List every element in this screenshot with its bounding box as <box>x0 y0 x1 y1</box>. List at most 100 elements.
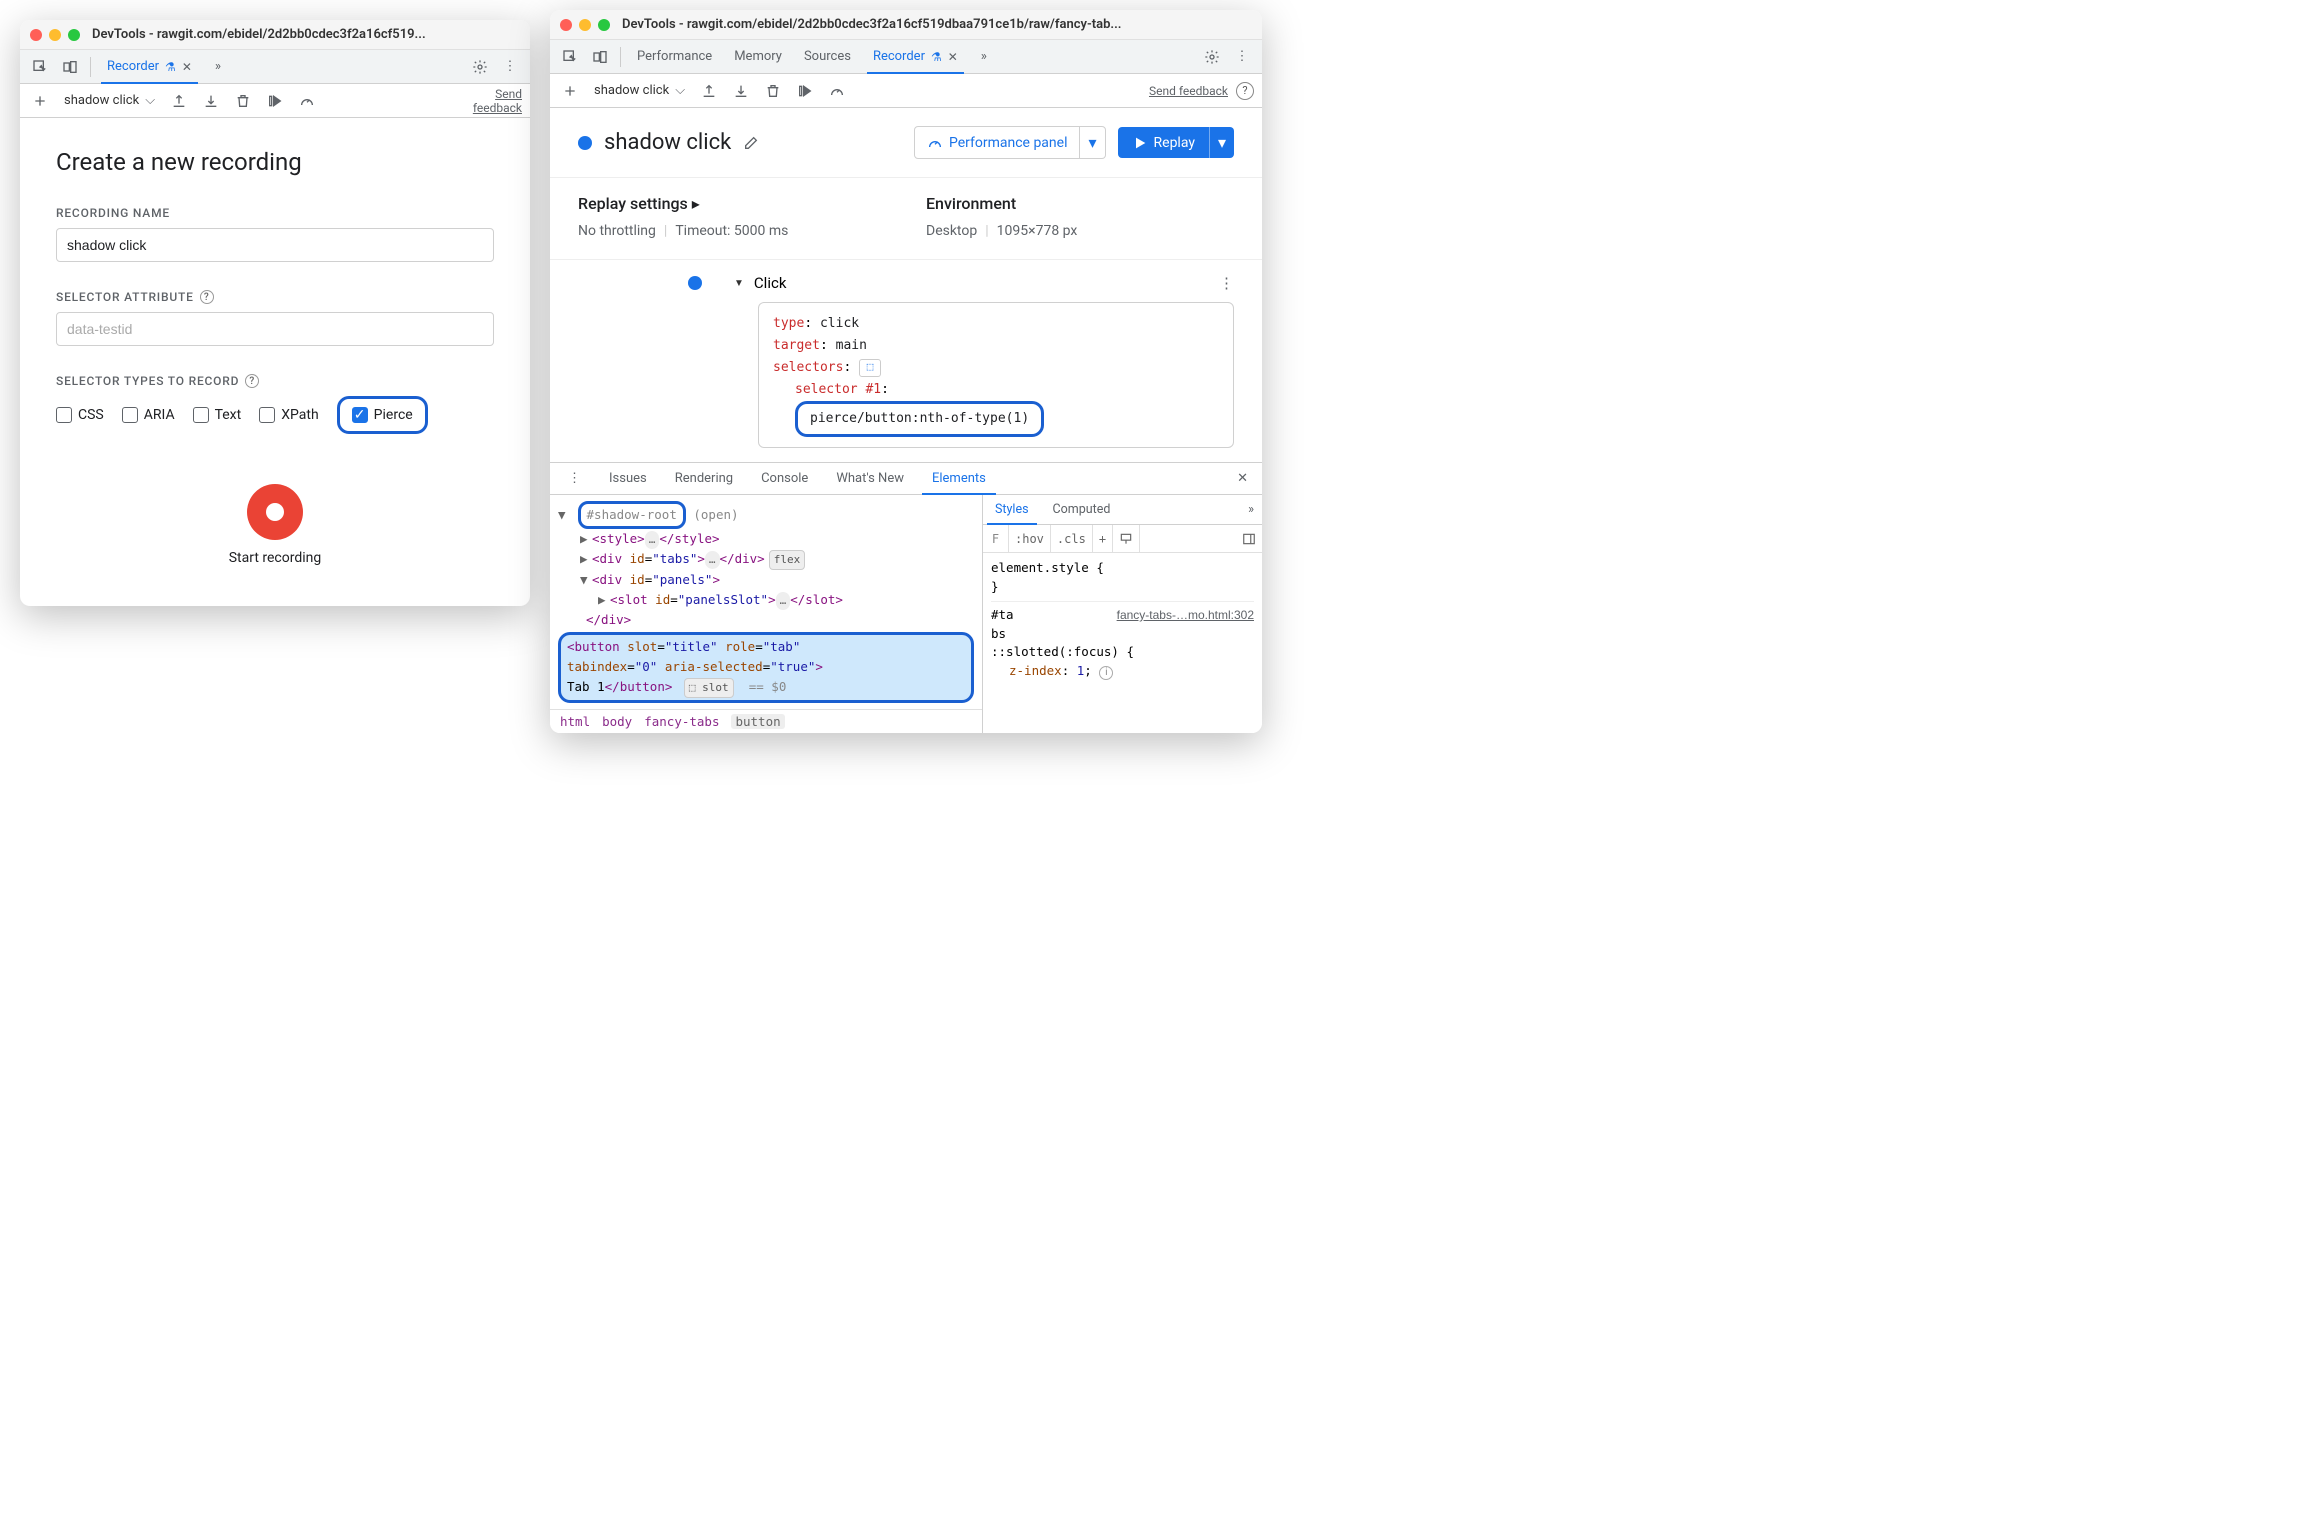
crumb-button[interactable]: button <box>731 714 784 729</box>
recording-selector[interactable]: shadow click ⌵ <box>60 91 159 110</box>
recorder-toolbar: shadow click ⌵ Send feedback <box>20 84 530 118</box>
selector-highlight: pierce/button:nth-of-type(1) <box>795 401 1044 437</box>
delete-icon[interactable] <box>231 89 255 113</box>
export-icon[interactable] <box>697 79 721 103</box>
step-options-icon[interactable]: ⋮ <box>1219 274 1234 292</box>
maximize-window-icon[interactable] <box>68 29 80 41</box>
new-rule-icon[interactable]: + <box>1093 525 1113 552</box>
performance-panel-dropdown[interactable]: ▾ <box>1080 126 1105 159</box>
checkbox-aria[interactable]: ARIA <box>122 407 175 423</box>
paint-icon[interactable] <box>1113 525 1140 552</box>
minimize-window-icon[interactable] <box>579 19 591 31</box>
disclosure-triangle-icon[interactable]: ▼ <box>734 278 744 289</box>
speed-icon[interactable] <box>825 79 849 103</box>
more-tabs-icon[interactable]: » <box>970 43 998 71</box>
new-recording-icon[interactable] <box>28 89 52 113</box>
export-icon[interactable] <box>167 89 191 113</box>
checkbox-icon[interactable] <box>122 407 138 423</box>
replay-dropdown[interactable]: ▾ <box>1209 127 1234 158</box>
checkbox-pierce[interactable]: ✓ Pierce <box>352 407 413 423</box>
kebab-menu-icon[interactable]: ⋮ <box>1228 43 1256 71</box>
crumb-body[interactable]: body <box>602 714 632 729</box>
replay-header: shadow click Performance panel ▾ Replay … <box>550 108 1262 178</box>
new-recording-icon[interactable] <box>558 79 582 103</box>
kebab-menu-icon[interactable]: ⋮ <box>496 53 524 81</box>
close-tab-icon[interactable]: ✕ <box>948 50 958 64</box>
cls-button[interactable]: .cls <box>1051 525 1093 552</box>
replay-settings-header[interactable]: Replay settings ▸ <box>578 194 886 213</box>
device-toggle-icon[interactable] <box>56 53 84 81</box>
record-icon[interactable] <box>247 484 303 540</box>
drawer-tab-console[interactable]: Console <box>747 463 822 495</box>
checkbox-text[interactable]: Text <box>193 407 242 423</box>
styles-rules[interactable]: element.style { } fancy-tabs-…mo.html:30… <box>983 553 1262 687</box>
timeout-value: Timeout: 5000 ms <box>675 223 788 239</box>
replay-button[interactable]: Replay <box>1118 127 1209 158</box>
devtools-window-right: DevTools - rawgit.com/ebidel/2d2bb0cdec3… <box>550 10 1262 733</box>
inspect-icon[interactable] <box>556 43 584 71</box>
styles-tab-styles[interactable]: Styles <box>983 495 1041 525</box>
edit-icon[interactable] <box>743 135 759 151</box>
throttling-value: No throttling <box>578 223 656 239</box>
help-icon[interactable]: ? <box>1236 82 1254 100</box>
toggle-sidebar-icon[interactable] <box>1236 532 1262 546</box>
inspect-icon[interactable] <box>26 53 54 81</box>
checkbox-icon-checked[interactable]: ✓ <box>352 407 368 423</box>
more-tabs-icon[interactable]: » <box>1240 502 1262 517</box>
tab-recorder[interactable]: Recorder ⚗ ✕ <box>97 50 202 84</box>
tab-recorder[interactable]: Recorder ⚗ ✕ <box>863 40 968 74</box>
minimize-window-icon[interactable] <box>49 29 61 41</box>
send-feedback-link[interactable]: Send feedback <box>1149 84 1228 98</box>
recording-title: shadow click <box>604 130 731 155</box>
delete-icon[interactable] <box>761 79 785 103</box>
checkbox-xpath[interactable]: XPath <box>259 407 318 423</box>
checkbox-icon[interactable] <box>259 407 275 423</box>
crumb-html[interactable]: html <box>560 714 590 729</box>
start-recording-button[interactable]: Start recording <box>56 484 494 566</box>
info-icon[interactable]: i <box>1099 666 1113 680</box>
close-window-icon[interactable] <box>30 29 42 41</box>
drawer-tabstrip: ⋮ Issues Rendering Console What's New El… <box>550 463 1262 495</box>
performance-panel-button[interactable]: Performance panel <box>914 126 1081 159</box>
send-feedback-link[interactable]: Send feedback <box>472 87 522 115</box>
selector-attribute-input[interactable] <box>56 312 494 346</box>
drawer-tab-elements[interactable]: Elements <box>918 463 1000 495</box>
import-icon[interactable] <box>729 79 753 103</box>
slot-badge[interactable]: ⬚ slot <box>684 678 734 698</box>
styles-tab-computed[interactable]: Computed <box>1041 495 1123 525</box>
device-toggle-icon[interactable] <box>586 43 614 71</box>
speed-icon[interactable] <box>295 89 319 113</box>
filter-input[interactable]: F <box>983 525 1009 552</box>
recording-selector[interactable]: shadow click ⌵ <box>590 81 689 100</box>
import-icon[interactable] <box>199 89 223 113</box>
checkbox-icon[interactable] <box>193 407 209 423</box>
elements-dom-tree[interactable]: ▼ #shadow-root (open) ▶<style>…</style> … <box>550 495 982 708</box>
settings-gear-icon[interactable] <box>1198 43 1226 71</box>
more-tabs-icon[interactable]: » <box>204 53 232 81</box>
recording-name-input[interactable] <box>56 228 494 262</box>
step-play-icon[interactable] <box>263 89 287 113</box>
source-link[interactable]: fancy-tabs-…mo.html:302 <box>1117 606 1254 624</box>
checkbox-icon[interactable] <box>56 407 72 423</box>
checkbox-css[interactable]: CSS <box>56 407 104 423</box>
crumb-fancy-tabs[interactable]: fancy-tabs <box>644 714 719 729</box>
hov-button[interactable]: :hov <box>1009 525 1051 552</box>
tab-sources[interactable]: Sources <box>794 40 861 74</box>
close-tab-icon[interactable]: ✕ <box>182 60 192 74</box>
element-picker-icon[interactable]: ⬚ <box>859 359 881 377</box>
help-icon[interactable]: ? <box>200 290 214 304</box>
flex-badge[interactable]: flex <box>769 550 806 570</box>
drawer-tab-whatsnew[interactable]: What's New <box>822 463 918 495</box>
tab-performance[interactable]: Performance <box>627 40 722 74</box>
kebab-menu-icon[interactable]: ⋮ <box>554 463 595 495</box>
tab-memory[interactable]: Memory <box>724 40 792 74</box>
settings-gear-icon[interactable] <box>466 53 494 81</box>
drawer-tab-rendering[interactable]: Rendering <box>661 463 747 495</box>
maximize-window-icon[interactable] <box>598 19 610 31</box>
panel-tabstrip: Recorder ⚗ ✕ » ⋮ <box>20 50 530 84</box>
help-icon[interactable]: ? <box>245 374 259 388</box>
close-window-icon[interactable] <box>560 19 572 31</box>
drawer-tab-issues[interactable]: Issues <box>595 463 661 495</box>
step-play-icon[interactable] <box>793 79 817 103</box>
close-drawer-icon[interactable]: ✕ <box>1227 471 1258 486</box>
